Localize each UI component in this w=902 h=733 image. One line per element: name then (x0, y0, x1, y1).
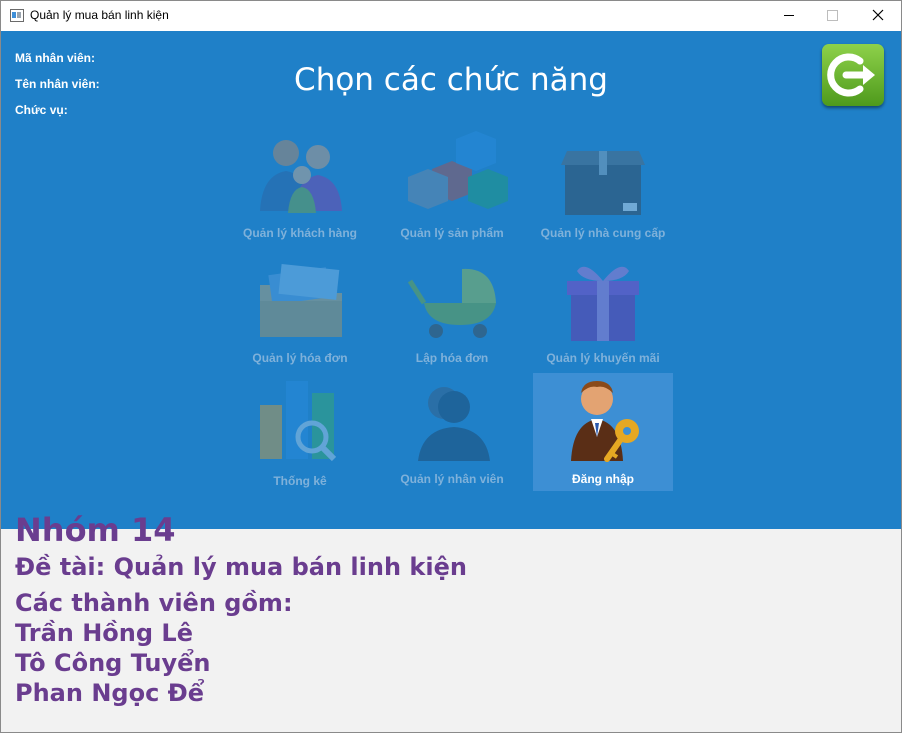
box-icon (561, 151, 645, 215)
logout-icon (827, 53, 875, 97)
cubes-icon (408, 131, 508, 209)
app-window: Quản lý mua bán linh kiện Mã nhân viên: … (0, 0, 902, 733)
employee-role-label: Chức vụ: (15, 103, 68, 117)
manage-products-label: Quản lý sản phẩm (400, 226, 504, 240)
members-title: Các thành viên gồm: (15, 589, 293, 617)
manage-employees-button[interactable]: Quản lý nhân viên (382, 373, 522, 491)
manage-employees-label: Quản lý nhân viên (400, 472, 504, 486)
member-name: Tô Công Tuyển (15, 649, 211, 677)
title-bar[interactable]: Quản lý mua bán linh kiện (1, 1, 901, 31)
member-name: Trần Hồng Lê (15, 619, 193, 647)
manage-products-button[interactable]: Quản lý sản phẩm (382, 129, 522, 247)
create-invoice-button[interactable]: Lập hóa đơn (382, 253, 522, 371)
maximize-icon (827, 10, 838, 21)
gift-icon (567, 266, 639, 341)
logout-button[interactable] (822, 44, 884, 106)
window-title: Quản lý mua bán linh kiện (30, 8, 169, 22)
page-title: Chọn các chức năng (294, 62, 608, 98)
manage-customers-button[interactable]: Quản lý khách hàng (230, 129, 370, 247)
login-label: Đăng nhập (572, 472, 634, 486)
topic-text: Đề tài: Quản lý mua bán linh kiện (15, 553, 467, 581)
manage-suppliers-label: Quản lý nhà cung cấp (540, 226, 666, 240)
minimize-button[interactable] (766, 1, 812, 31)
member-name: Phan Ngọc Để (15, 679, 205, 707)
login-button[interactable]: Đăng nhập (533, 373, 673, 491)
login-user-key-icon (571, 381, 639, 462)
statistics-button[interactable]: Thống kê (230, 373, 370, 491)
create-invoice-label: Lập hóa đơn (415, 351, 489, 365)
app-icon (10, 9, 24, 22)
people-group-icon (260, 140, 342, 213)
close-icon (872, 9, 884, 21)
statistics-label: Thống kê (273, 474, 327, 488)
function-panel: Mã nhân viên: Tên nhân viên: Chức vụ: Ch… (1, 31, 901, 529)
chart-icon (260, 381, 337, 462)
manage-invoices-label: Quản lý hóa đơn (252, 351, 348, 365)
manage-promotions-label: Quản lý khuyến mãi (546, 351, 660, 365)
group-name: Nhóm 14 (15, 511, 176, 549)
cart-icon (407, 268, 496, 338)
manage-suppliers-button[interactable]: Quản lý nhà cung cấp (533, 129, 673, 247)
employee-icon (418, 387, 490, 461)
minimize-icon (784, 15, 794, 16)
manage-promotions-button[interactable]: Quản lý khuyến mãi (533, 253, 673, 371)
maximize-button[interactable] (809, 1, 855, 31)
manage-customers-label: Quản lý khách hàng (242, 226, 358, 240)
close-button[interactable] (855, 1, 901, 31)
folder-icon (260, 263, 342, 337)
manage-invoices-button[interactable]: Quản lý hóa đơn (230, 253, 370, 371)
